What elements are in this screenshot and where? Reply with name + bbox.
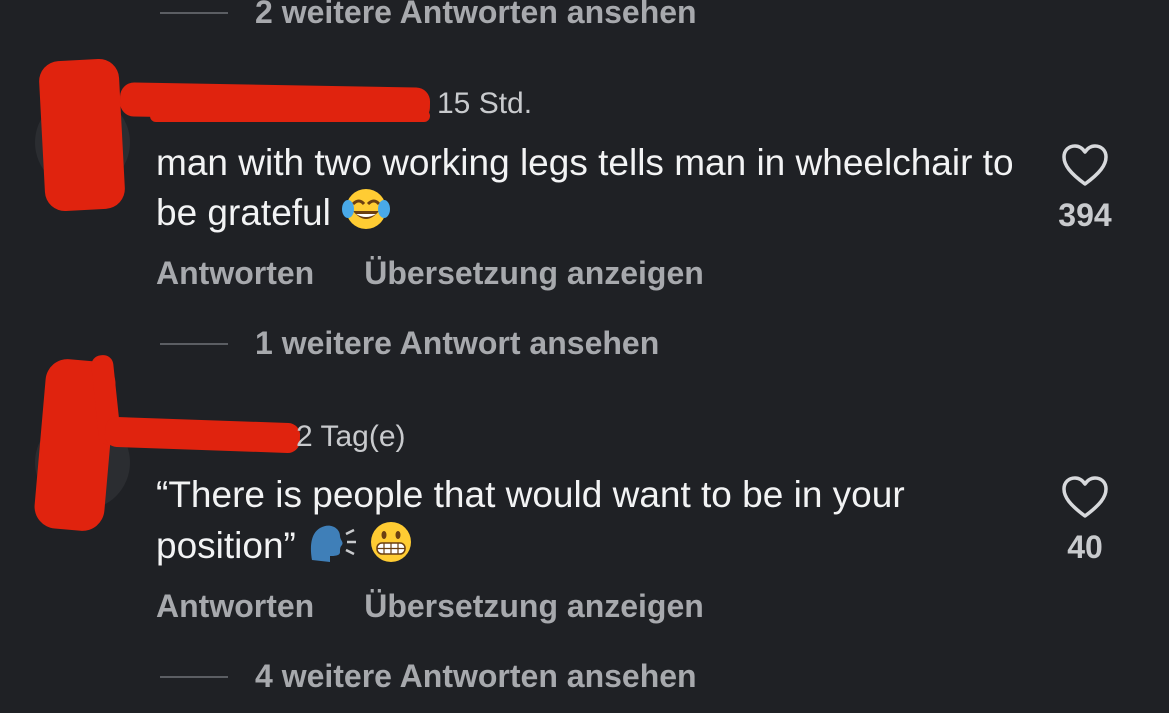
comment-timestamp: 15 Std. [437, 87, 533, 120]
comment-body: “There is people that would want to be i… [156, 474, 905, 566]
face-with-tears-of-joy-icon [341, 187, 391, 243]
speaking-head-icon [306, 520, 358, 576]
like-control: 40 [1050, 474, 1120, 566]
like-control: 394 [1050, 142, 1120, 234]
view-more-replies-label: 1 weitere Antwort ansehen [255, 325, 660, 361]
redaction-mark [150, 110, 430, 122]
comment-body: man with two working legs tells man in w… [156, 142, 1014, 233]
redaction-mark [104, 416, 301, 454]
comment-text: “There is people that would want to be i… [156, 471, 1016, 577]
view-more-replies-label: 4 weitere Antworten ansehen [255, 658, 697, 694]
like-count: 40 [1067, 529, 1103, 565]
view-more-replies-link[interactable]: 4 weitere Antworten ansehen [160, 658, 697, 695]
reply-thread-line [160, 342, 228, 345]
comment-actions: Antworten Übersetzung anzeigen [156, 588, 704, 625]
reply-button[interactable]: Antworten [156, 588, 314, 625]
grimacing-face-icon [368, 519, 414, 577]
redaction-mark [38, 58, 126, 212]
comment-timestamp: 2 Tag(e) [296, 420, 406, 453]
comments-panel: 2 weitere Antworten ansehen 15 Std. man … [0, 0, 1169, 713]
view-more-replies-link[interactable]: 2 weitere Antworten ansehen [160, 0, 697, 31]
comment-text: man with two working legs tells man in w… [156, 139, 1016, 243]
comment-actions: Antworten Übersetzung anzeigen [156, 255, 704, 292]
view-more-replies-label: 2 weitere Antworten ansehen [255, 0, 697, 30]
show-translation-button[interactable]: Übersetzung anzeigen [364, 255, 704, 292]
reply-button[interactable]: Antworten [156, 255, 314, 292]
heart-icon[interactable] [1060, 144, 1110, 192]
like-count: 394 [1058, 197, 1112, 233]
view-more-replies-link[interactable]: 1 weitere Antwort ansehen [160, 325, 659, 362]
reply-thread-line [160, 11, 228, 14]
reply-thread-line [160, 675, 228, 678]
heart-icon[interactable] [1060, 476, 1110, 524]
show-translation-button[interactable]: Übersetzung anzeigen [364, 588, 704, 625]
